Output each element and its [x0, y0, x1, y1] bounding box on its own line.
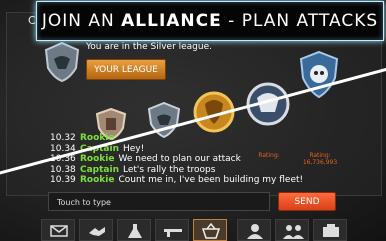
- flask-icon: [128, 224, 142, 238]
- chat-message: 10.32 Rookie: [50, 133, 115, 143]
- person-icon: [247, 224, 263, 239]
- silver-league-shield-icon: [44, 42, 80, 82]
- shop-basket-icon: [201, 223, 221, 239]
- nav-research[interactable]: [117, 219, 151, 241]
- chat-message: 10.39 Rookie Count me in, I've been buildi…: [50, 175, 304, 185]
- mail-icon: [50, 225, 68, 237]
- bottom-nav: [41, 219, 386, 241]
- group-icon: [283, 225, 304, 239]
- chat-message: 10.38 Captain Let's rally the troops: [50, 164, 216, 175]
- nav-alliance[interactable]: [313, 219, 347, 241]
- banner-text: JOIN AN ALLIANCE - PLAN ATTACKS: [41, 11, 379, 31]
- send-button[interactable]: SEND: [278, 192, 336, 211]
- promo-banner: JOIN AN ALLIANCE - PLAN ATTACKS: [36, 1, 384, 41]
- league-status-text: You are in the Silver league.: [86, 42, 212, 52]
- nav-shop[interactable]: [193, 219, 227, 241]
- alliance-icon: [323, 224, 339, 237]
- chat-log: 10.32 Rookie 10.34 Captain Hey! 10.36 Rookie…: [50, 133, 303, 186]
- nav-profile[interactable]: [237, 219, 271, 241]
- rating-value: 16,736,993: [302, 159, 338, 166]
- nav-mail[interactable]: [41, 219, 75, 241]
- gun-icon: [164, 229, 182, 237]
- nav-weapons[interactable]: [155, 219, 189, 241]
- nav-friends[interactable]: [275, 219, 309, 241]
- chat-input[interactable]: Touch to type: [48, 192, 270, 211]
- nav-handshake[interactable]: [79, 219, 113, 241]
- your-league-button[interactable]: YOUR LEAGUE: [86, 59, 166, 80]
- chat-message: 10.36 Rookie We need to plan our attack: [50, 154, 241, 164]
- handshake-icon: [89, 227, 105, 236]
